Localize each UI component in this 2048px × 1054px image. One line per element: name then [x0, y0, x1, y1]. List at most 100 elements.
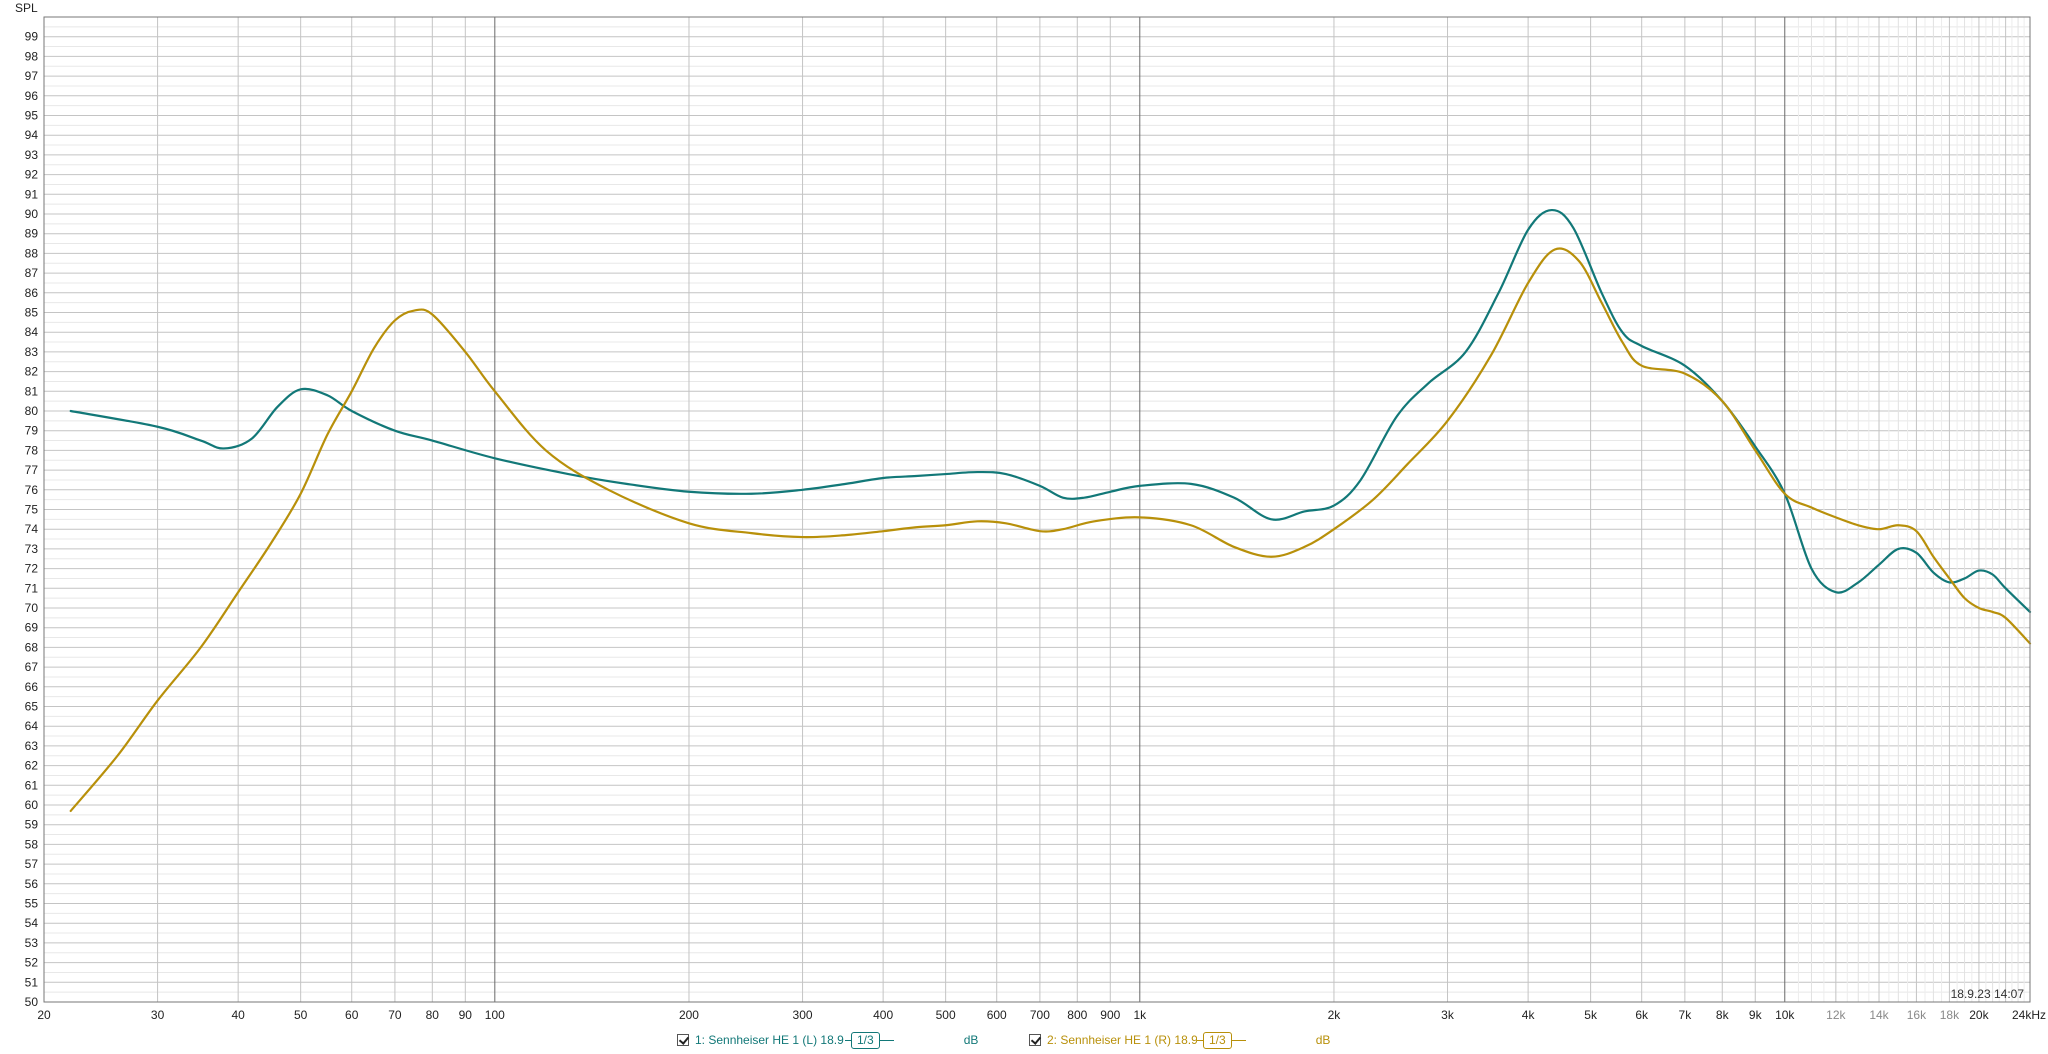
- x-tick-labels: 20 30 40 50 60 70 80 90 100 200 300 400 500 600 700 800…: [37, 1008, 2046, 1022]
- y-axis-label: SPL: [15, 1, 38, 15]
- x-tick-label: 18k: [1940, 1008, 1960, 1022]
- x-tick-label: 14k: [1869, 1008, 1889, 1022]
- y-tick-label: 97: [25, 69, 39, 83]
- y-tick-label: 86: [25, 286, 39, 300]
- x-tick-label: 30: [151, 1008, 165, 1022]
- legend-bar: 1: Sennheiser HE 1 (L) 18.9 1/3 dB 2: Se…: [0, 1028, 2048, 1052]
- x-tick-label: 60: [345, 1008, 359, 1022]
- x-tick-label: 2k: [1328, 1008, 1342, 1022]
- x-tick-label: 800: [1067, 1008, 1087, 1022]
- x-tick-label: 300: [793, 1008, 813, 1022]
- y-tick-label: 72: [25, 562, 39, 576]
- y-tick-label: 94: [25, 128, 39, 142]
- y-tick-label: 91: [25, 187, 39, 201]
- x-tick-label: 1k: [1133, 1008, 1147, 1022]
- x-tick-label: 10k: [1775, 1008, 1795, 1022]
- y-tick-label: 85: [25, 306, 39, 320]
- x-tick-label: 8k: [1716, 1008, 1730, 1022]
- legend-item-left[interactable]: 1: Sennheiser HE 1 (L) 18.9 1/3 dB: [677, 1031, 978, 1049]
- y-tick-label: 68: [25, 640, 39, 654]
- spl-chart[interactable]: 50 51 52 53 54 55 56 57 58 59 60 61 62 63 64 65 66 67 68 69…: [0, 0, 2048, 1028]
- y-tick-label: 89: [25, 227, 39, 241]
- y-tick-label: 82: [25, 365, 39, 379]
- y-tick-label: 62: [25, 759, 39, 773]
- x-tick-label: 6k: [1635, 1008, 1649, 1022]
- y-tick-label: 53: [25, 936, 39, 950]
- measurement-timestamp: 18.9.23 14:07: [1951, 987, 2025, 1001]
- x-tick-label: 400: [873, 1008, 893, 1022]
- y-tick-label: 59: [25, 818, 39, 832]
- y-tick-label: 99: [25, 30, 39, 44]
- y-tick-label: 77: [25, 463, 39, 477]
- y-tick-label: 93: [25, 148, 39, 162]
- y-tick-label: 96: [25, 89, 39, 103]
- y-tick-label: 66: [25, 680, 39, 694]
- series-1-name[interactable]: 1: Sennheiser HE 1 (L) 18.9: [695, 1033, 845, 1047]
- y-tick-label: 84: [25, 325, 39, 339]
- x-tick-label: 600: [987, 1008, 1007, 1022]
- series-2-visibility-checkbox[interactable]: [1029, 1034, 1041, 1046]
- y-tick-label: 95: [25, 109, 39, 123]
- y-tick-label: 74: [25, 522, 39, 536]
- y-tick-label: 79: [25, 424, 39, 438]
- y-tick-labels: 50 51 52 53 54 55 56 57 58 59 60 61 62 63 64 65 66 67 68 69…: [25, 30, 39, 1009]
- x-tick-label: 90: [459, 1008, 473, 1022]
- x-tick-label: 70: [388, 1008, 402, 1022]
- y-tick-label: 67: [25, 660, 39, 674]
- y-tick-label: 63: [25, 739, 39, 753]
- x-tick-label: 200: [679, 1008, 699, 1022]
- x-tick-label: 7k: [1679, 1008, 1693, 1022]
- y-tick-label: 87: [25, 266, 39, 280]
- y-tick-label: 76: [25, 483, 39, 497]
- y-tick-label: 52: [25, 956, 39, 970]
- x-tick-label: 12k: [1826, 1008, 1846, 1022]
- y-tick-label: 65: [25, 700, 39, 714]
- y-tick-label: 56: [25, 877, 39, 891]
- y-tick-label: 54: [25, 916, 39, 930]
- x-tick-label: 5k: [1584, 1008, 1598, 1022]
- y-tick-label: 83: [25, 345, 39, 359]
- series-2-line-swatch-right: [1231, 1039, 1246, 1041]
- x-tick-label: 16k: [1907, 1008, 1927, 1022]
- y-tick-label: 88: [25, 246, 39, 260]
- y-tick-label: 50: [25, 995, 39, 1009]
- series-1-line-swatch-right: [879, 1039, 894, 1041]
- x-tick-label: 20k: [1969, 1008, 1989, 1022]
- grid-layer: [43, 16, 2031, 1003]
- x-tick-label: 500: [936, 1008, 956, 1022]
- y-tick-label: 75: [25, 503, 39, 517]
- series-2-smoothing-button[interactable]: 1/3: [1203, 1031, 1232, 1049]
- series-1-visibility-checkbox[interactable]: [677, 1034, 689, 1046]
- y-tick-label: 69: [25, 621, 39, 635]
- x-tick-label: 700: [1030, 1008, 1050, 1022]
- y-tick-label: 61: [25, 778, 39, 792]
- y-tick-label: 92: [25, 168, 39, 182]
- y-tick-label: 51: [25, 975, 39, 989]
- x-tick-label: 4k: [1522, 1008, 1536, 1022]
- y-tick-label: 57: [25, 857, 39, 871]
- series-2-name[interactable]: 2: Sennheiser HE 1 (R) 18.9: [1047, 1033, 1197, 1047]
- y-tick-label: 64: [25, 719, 39, 733]
- y-tick-label: 55: [25, 897, 39, 911]
- series-1-unit: dB: [963, 1033, 979, 1047]
- rew-spl-graph-window: 50 51 52 53 54 55 56 57 58 59 60 61 62 63 64 65 66 67 68 69…: [0, 0, 2048, 1054]
- y-tick-label: 98: [25, 49, 39, 63]
- x-tick-label: 100: [485, 1008, 505, 1022]
- x-tick-label: 80: [426, 1008, 440, 1022]
- y-tick-label: 71: [25, 581, 39, 595]
- x-tick-label: 9k: [1749, 1008, 1763, 1022]
- x-tick-label: 3k: [1441, 1008, 1455, 1022]
- series-1-smoothing-button[interactable]: 1/3: [851, 1031, 880, 1049]
- x-tick-label: 40: [231, 1008, 245, 1022]
- y-tick-label: 90: [25, 207, 39, 221]
- y-tick-label: 60: [25, 798, 39, 812]
- x-tick-label: 20: [37, 1008, 51, 1022]
- y-tick-label: 58: [25, 837, 39, 851]
- x-tick-label: 900: [1100, 1008, 1120, 1022]
- series-2-unit: dB: [1315, 1033, 1331, 1047]
- x-tick-label: 50: [294, 1008, 308, 1022]
- y-tick-label: 78: [25, 443, 39, 457]
- y-tick-label: 81: [25, 384, 39, 398]
- legend-item-right[interactable]: 2: Sennheiser HE 1 (R) 18.9 1/3 dB: [1029, 1031, 1330, 1049]
- x-tick-label: 24kHz: [2012, 1008, 2046, 1022]
